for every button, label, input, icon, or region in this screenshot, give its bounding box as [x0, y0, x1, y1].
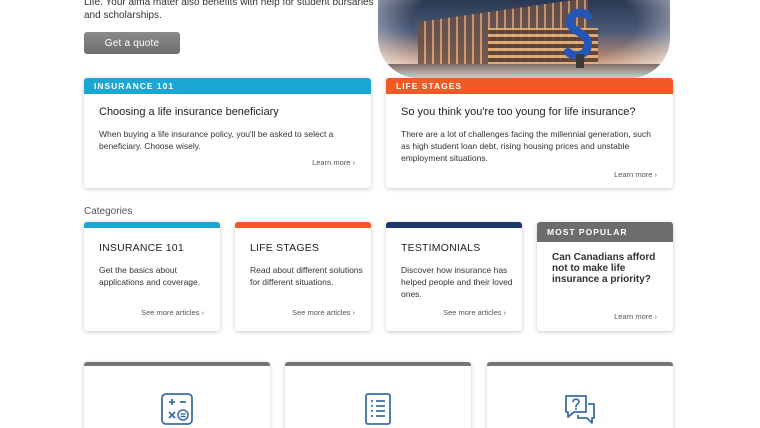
featured-body: There are a lot of challenges facing the…	[401, 129, 651, 163]
category-stripe	[235, 222, 371, 228]
featured-body: When buying a life insurance policy, you…	[99, 129, 334, 151]
category-card-insurance-101[interactable]: INSURANCE 101 Get the basics about appli…	[84, 222, 220, 331]
tool-card-questions[interactable]	[487, 362, 673, 428]
intro-text: Life. Your alma mater also benefits with…	[84, 0, 374, 21]
categories-heading: Categories	[84, 206, 133, 217]
featured-banner: LIFE STAGES	[386, 78, 673, 94]
featured-card-beneficiary[interactable]: INSURANCE 101 Choosing a life insurance …	[84, 78, 371, 188]
featured-card-too-young[interactable]: LIFE STAGES So you think you're too youn…	[386, 78, 673, 188]
get-a-quote-button[interactable]: Get a quote	[84, 32, 180, 54]
featured-title[interactable]: So you think you're too young for life i…	[401, 106, 635, 118]
learn-more-link[interactable]: Learn more ›	[312, 158, 355, 167]
see-more-articles-link[interactable]: See more articles ›	[292, 308, 355, 317]
category-body: Read about different solutions for diffe…	[250, 265, 363, 287]
question-chat-icon	[565, 395, 595, 424]
tool-card-calculator[interactable]	[84, 362, 270, 428]
category-body: Discover how insurance has helped people…	[401, 265, 513, 299]
featured-banner: INSURANCE 101	[84, 78, 371, 94]
category-title[interactable]: LIFE STAGES	[250, 242, 319, 254]
category-card-testimonials[interactable]: TESTIMONIALS Discover how insurance has …	[386, 222, 522, 331]
category-card-life-stages[interactable]: LIFE STAGES Read about different solutio…	[235, 222, 371, 331]
category-stripe	[386, 222, 522, 228]
most-popular-title[interactable]: Can Canadians afford not to make life in…	[552, 252, 662, 285]
see-more-articles-link[interactable]: See more articles ›	[141, 308, 204, 317]
category-body: Get the basics about applications and co…	[99, 265, 201, 287]
most-popular-banner: MOST POPULAR	[537, 222, 673, 242]
most-popular-card[interactable]: MOST POPULAR Can Canadians afford not to…	[537, 222, 673, 331]
tool-card-checklist[interactable]	[285, 362, 471, 428]
see-more-articles-link[interactable]: See more articles ›	[443, 308, 506, 317]
learn-more-link[interactable]: Learn more ›	[614, 170, 657, 179]
featured-title[interactable]: Choosing a life insurance beneficiary	[99, 106, 279, 118]
learn-more-link[interactable]: Learn more ›	[614, 312, 657, 321]
university-s-logo-icon	[564, 8, 593, 68]
category-title[interactable]: TESTIMONIALS	[401, 242, 480, 254]
category-title[interactable]: INSURANCE 101	[99, 242, 184, 254]
category-stripe	[84, 222, 220, 228]
hero-image	[378, 0, 670, 78]
calculator-icon	[161, 393, 193, 425]
checklist-document-icon	[365, 393, 391, 425]
hero-ground	[378, 64, 670, 78]
